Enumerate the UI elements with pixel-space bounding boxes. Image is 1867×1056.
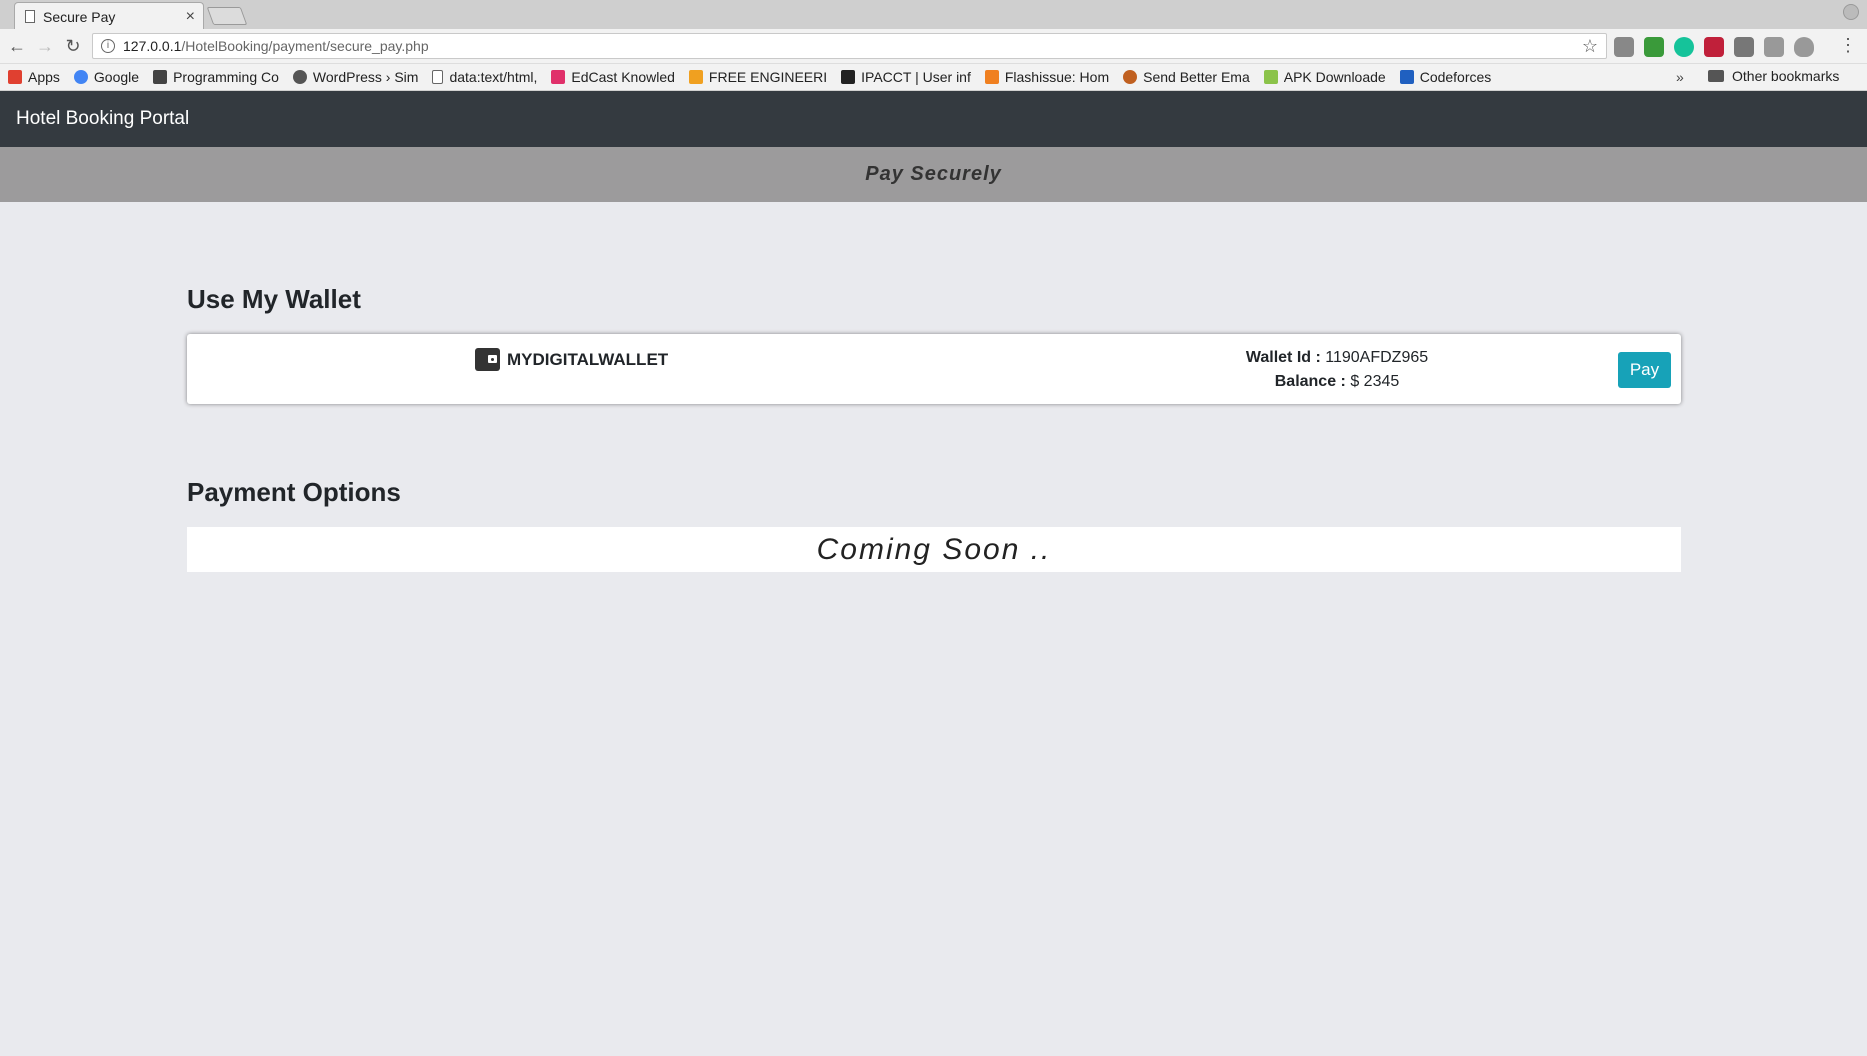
triangle-icon [688, 70, 703, 84]
address-bar[interactable]: i 127.0.0.1/HotelBooking/payment/secure_… [92, 33, 1607, 59]
more-bookmarks-chevron-icon[interactable]: » [1676, 69, 1684, 85]
bookmark-label: Apps [28, 69, 60, 85]
profile-icon[interactable] [1843, 4, 1859, 20]
coming-soon-text: Coming Soon .. [816, 532, 1052, 566]
cc-icon [153, 70, 168, 84]
tab-title: Secure Pay [43, 8, 116, 25]
off-extension-icon[interactable] [1734, 37, 1754, 57]
bookmark-label: Programming Co [173, 69, 279, 85]
bookmark-label: Google [93, 69, 140, 85]
other-bookmarks[interactable]: Other bookmarks [1708, 68, 1839, 84]
forward-arrow-icon[interactable]: → [34, 35, 56, 57]
bookmark-google[interactable]: Google [73, 69, 140, 85]
bookmark-edcast[interactable]: EdCast Knowled [551, 69, 675, 85]
payment-options-heading: Payment Options [187, 477, 401, 507]
grammarly-icon[interactable] [1674, 37, 1694, 57]
info-icon[interactable]: i [101, 39, 115, 53]
balance-label: Balance : [1274, 373, 1346, 390]
reload-icon[interactable]: ↻ [62, 35, 84, 57]
bookmark-label: Codeforces [1419, 69, 1492, 85]
wallet-id-label: Wallet Id : [1245, 349, 1321, 366]
pay-button[interactable]: Pay [1618, 352, 1671, 388]
back-arrow-icon[interactable]: ← [6, 35, 28, 57]
bookmark-label: EdCast Knowled [571, 69, 675, 85]
browser-tab-strip: Secure Pay × [0, 0, 1867, 30]
wallet-id-value: 1190AFDZ965 [1325, 349, 1429, 366]
wordpress-icon [292, 70, 307, 84]
wallet-info: Wallet Id : 1190AFDZ965 Balance : $ 2345 [1207, 346, 1467, 394]
close-icon[interactable]: × [186, 8, 195, 26]
wallet-name-label: MYDIGITALWALLET [507, 349, 669, 369]
bookmark-programming[interactable]: Programming Co [153, 69, 279, 85]
codeforces-icon [1399, 70, 1414, 84]
edcast-icon [551, 70, 566, 84]
browser-tab[interactable]: Secure Pay × [14, 2, 204, 30]
wallet-section-heading: Use My Wallet [187, 284, 361, 314]
google-icon [73, 70, 88, 84]
bookmark-label: IPACCT | User inf [861, 69, 971, 85]
page-title: Pay Securely [865, 163, 1002, 185]
balance-row: Balance : $ 2345 [1207, 370, 1467, 394]
flashissue-icon [984, 70, 999, 84]
bookmark-label: WordPress › Sim [312, 69, 419, 85]
wallet-icon [475, 348, 500, 371]
bookmark-free-engineering[interactable]: FREE ENGINEERI [688, 69, 828, 85]
red-extension-icon[interactable] [1704, 37, 1724, 57]
bookmark-label: Send Better Ema [1143, 69, 1250, 85]
green-extension-icon[interactable] [1644, 37, 1664, 57]
apps-grid-icon [8, 70, 22, 84]
bookmark-label: Flashissue: Hom [1004, 69, 1110, 85]
bookmarks-bar: Apps Google Programming Co WordPress › S… [0, 64, 1867, 91]
payment-options-panel: Coming Soon .. [187, 527, 1681, 572]
extension-icons [1614, 37, 1814, 57]
bookmark-flashissue[interactable]: Flashissue: Hom [984, 69, 1110, 85]
page-subheader: Pay Securely [0, 147, 1867, 202]
balance-value: $ 2345 [1350, 373, 1400, 390]
bookmark-label: APK Downloade [1283, 69, 1386, 85]
folder-icon [1708, 70, 1724, 82]
eyedropper-extension-icon[interactable] [1614, 37, 1634, 57]
page-icon [25, 10, 35, 23]
browser-menu-icon[interactable]: ⋮ [1839, 35, 1857, 56]
navbar: Hotel Booking Portal [0, 91, 1867, 147]
browser-toolbar: ← → ↻ i 127.0.0.1/HotelBooking/payment/s… [0, 29, 1867, 64]
bookmark-wordpress[interactable]: WordPress › Sim [292, 69, 419, 85]
bookmark-codeforces[interactable]: Codeforces [1399, 69, 1492, 85]
shield-extension-icon[interactable] [1794, 37, 1814, 57]
ipacct-icon [841, 70, 856, 84]
bookmark-data-html[interactable]: data:text/html, [432, 69, 537, 85]
wallet-name: MYDIGITALWALLET [475, 348, 668, 371]
new-tab-button[interactable] [206, 7, 248, 25]
wallet-card: MYDIGITALWALLET Wallet Id : 1190AFDZ965 … [187, 334, 1681, 404]
url-path: /HotelBooking/payment/secure_pay.php [181, 38, 429, 54]
bookmark-ipacct[interactable]: IPACCT | User inf [841, 69, 971, 85]
bookmark-apps[interactable]: Apps [8, 69, 60, 85]
bookmark-send-better-email[interactable]: Send Better Ema [1123, 69, 1250, 85]
other-bookmarks-label: Other bookmarks [1732, 68, 1840, 84]
bookmark-label: FREE ENGINEERI [708, 69, 828, 85]
apk-icon [1263, 70, 1278, 84]
bookmark-apk-downloader[interactable]: APK Downloade [1263, 69, 1386, 85]
bookmark-label: data:text/html, [449, 69, 538, 85]
bookmark-star-icon[interactable]: ☆ [1582, 36, 1598, 57]
wallet-id-row: Wallet Id : 1190AFDZ965 [1207, 346, 1467, 370]
send-icon [1123, 70, 1138, 84]
brand-link[interactable]: Hotel Booking Portal [16, 108, 189, 130]
page-icon [432, 70, 444, 84]
url-host: 127.0.0.1 [123, 38, 182, 54]
camera-extension-icon[interactable] [1764, 37, 1784, 57]
